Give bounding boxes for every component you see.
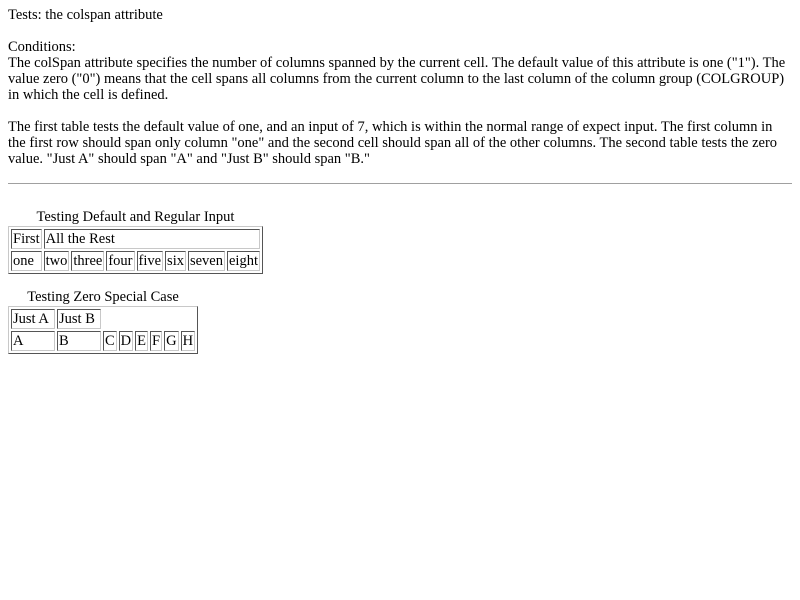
table1-caption: Testing Default and Regular Input — [36, 209, 235, 225]
table-cell: five — [136, 251, 164, 271]
table-cell: two — [43, 251, 70, 271]
table-default-regular: First All the Rest one two three four fi… — [8, 226, 263, 274]
table-row: A B C D E F G H — [11, 331, 196, 351]
page-heading: Tests: the colspan attribute — [8, 7, 163, 23]
table-cell: seven — [187, 251, 225, 271]
empty-spacer — [103, 309, 195, 329]
table-cell: six — [165, 251, 186, 271]
table-row: one two three four five six seven eight — [11, 251, 260, 271]
table-cell: C — [103, 331, 117, 351]
conditions-paragraph: The colSpan attribute specifies the numb… — [8, 55, 786, 103]
page: Tests: the colspan attribute Conditions:… — [0, 0, 800, 600]
tests-description-paragraph: The first table tests the default value … — [8, 119, 778, 167]
table-cell: B — [57, 331, 101, 351]
table-cell: G — [164, 331, 179, 351]
table-cell: A — [11, 331, 55, 351]
table-cell: one — [11, 251, 42, 271]
table-row: First All the Rest — [11, 229, 260, 249]
table-cell: Just A — [11, 309, 55, 329]
table-cell: F — [150, 331, 163, 351]
conditions-label: Conditions: — [8, 39, 76, 55]
table-cell: three — [71, 251, 105, 271]
table-cell: Just B — [57, 309, 101, 329]
table-zero-case-wrapper: Testing Zero Special Case Just A Just B … — [8, 288, 199, 354]
table-cell: eight — [226, 251, 260, 271]
table-row: Just A Just B — [11, 309, 195, 329]
table-cell: E — [135, 331, 149, 351]
table-cell: four — [106, 251, 135, 271]
table-cell: First — [11, 229, 42, 249]
table2-caption: Testing Zero Special Case — [27, 289, 179, 305]
horizontal-rule — [8, 183, 792, 185]
table-zero-case: Just A Just B A B C D E F G H — [8, 306, 199, 354]
table-cell: D — [118, 331, 134, 351]
table-default-regular-wrapper: Testing Default and Regular Input First … — [8, 208, 263, 274]
table-cell: All the Rest — [43, 229, 260, 249]
table-cell: H — [180, 331, 196, 351]
